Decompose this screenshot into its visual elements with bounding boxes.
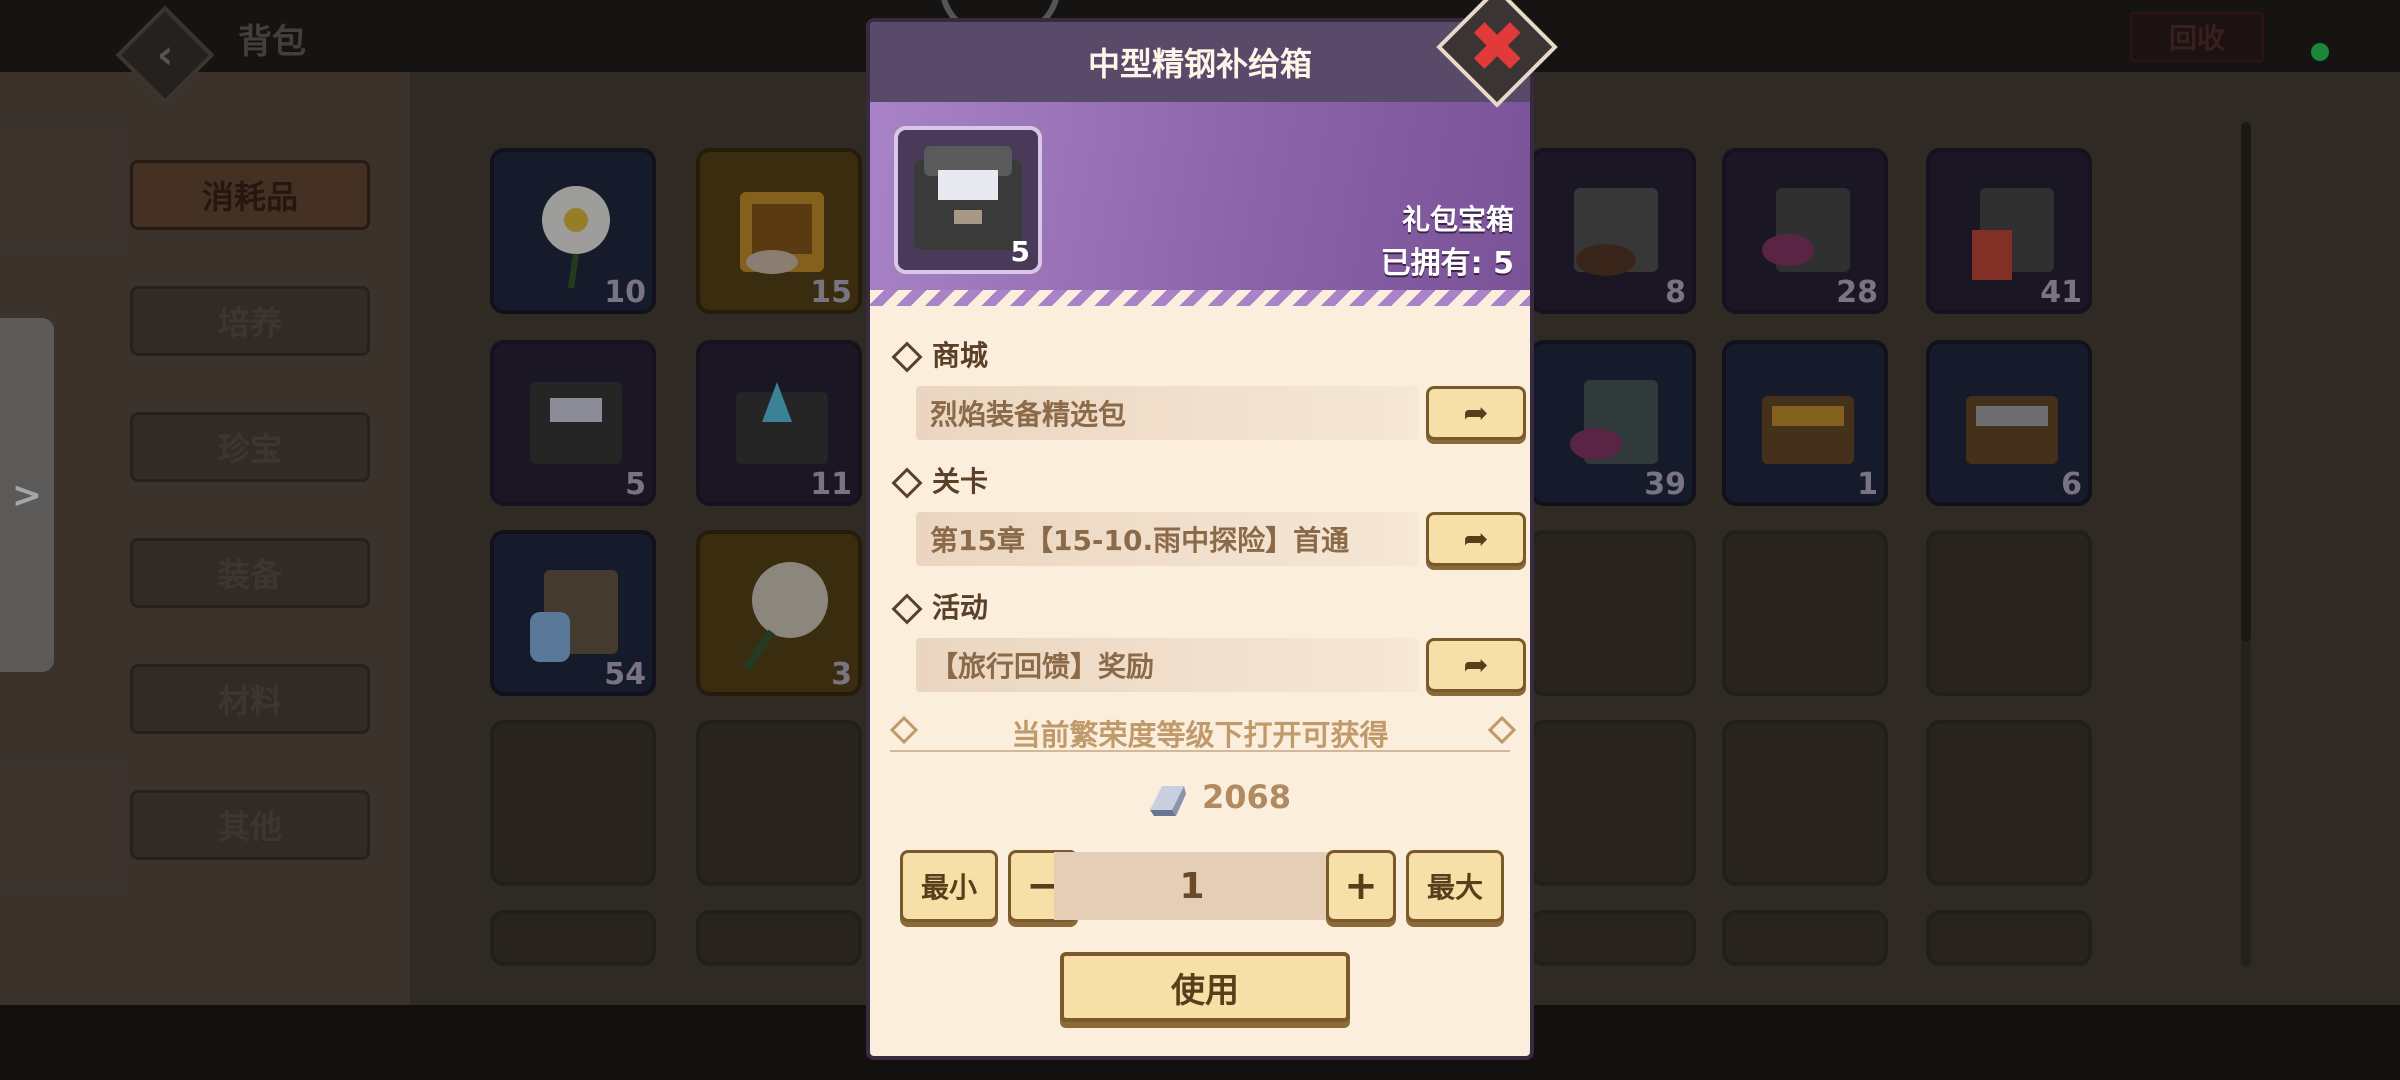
go-arrow-icon: ➦ [1463,395,1489,431]
go-button[interactable]: ➦ [1426,386,1526,440]
section-label: 商城 [932,339,989,372]
section-label: 活动 [932,591,989,624]
item-detail-modal: 中型精钢补给箱 5 礼包宝箱 已拥有: 5 商城 烈焰装备精选包 ➦ 关卡 第1… [866,18,1534,1060]
go-arrow-icon: ➦ [1463,647,1489,683]
min-button[interactable]: 最小 [900,850,998,922]
max-button[interactable]: 最大 [1406,850,1504,922]
source-row: 第15章【15-10.雨中探险】首通 [916,512,1418,566]
diamond-icon [891,593,923,625]
source-row: 【旅行回馈】奖励 [916,638,1418,692]
source-row: 烈焰装备精选包 [916,386,1418,440]
go-arrow-icon: ➦ [1463,521,1489,557]
diamond-icon [891,467,923,499]
use-button[interactable]: 使用 [1060,952,1350,1022]
divider [890,750,1510,752]
reward-amount: 2068 [1202,778,1292,816]
quantity-field[interactable]: 1 [1054,852,1330,920]
plus-button[interactable]: + [1326,850,1396,922]
diamond-icon [891,341,923,373]
reward-hint: 当前繁荣度等级下打开可获得 [1011,718,1389,752]
section-label: 关卡 [932,465,989,498]
item-count: 5 [1010,235,1030,268]
modal-title: 中型精钢补给箱 [870,22,1530,102]
source-section-stage: 关卡 [891,460,989,500]
close-icon: ✖ [1467,6,1527,89]
item-type: 礼包宝箱 [1401,203,1514,236]
header-zigzag-divider [870,290,1530,306]
source-section-event: 活动 [891,586,989,626]
item-icon: 5 [894,126,1042,274]
owned-count: 已拥有: 5 [1380,246,1514,281]
source-section-shop: 商城 [891,334,989,374]
go-button[interactable]: ➦ [1426,512,1526,566]
go-button[interactable]: ➦ [1426,638,1526,692]
silver-ingot-icon [1150,786,1186,816]
